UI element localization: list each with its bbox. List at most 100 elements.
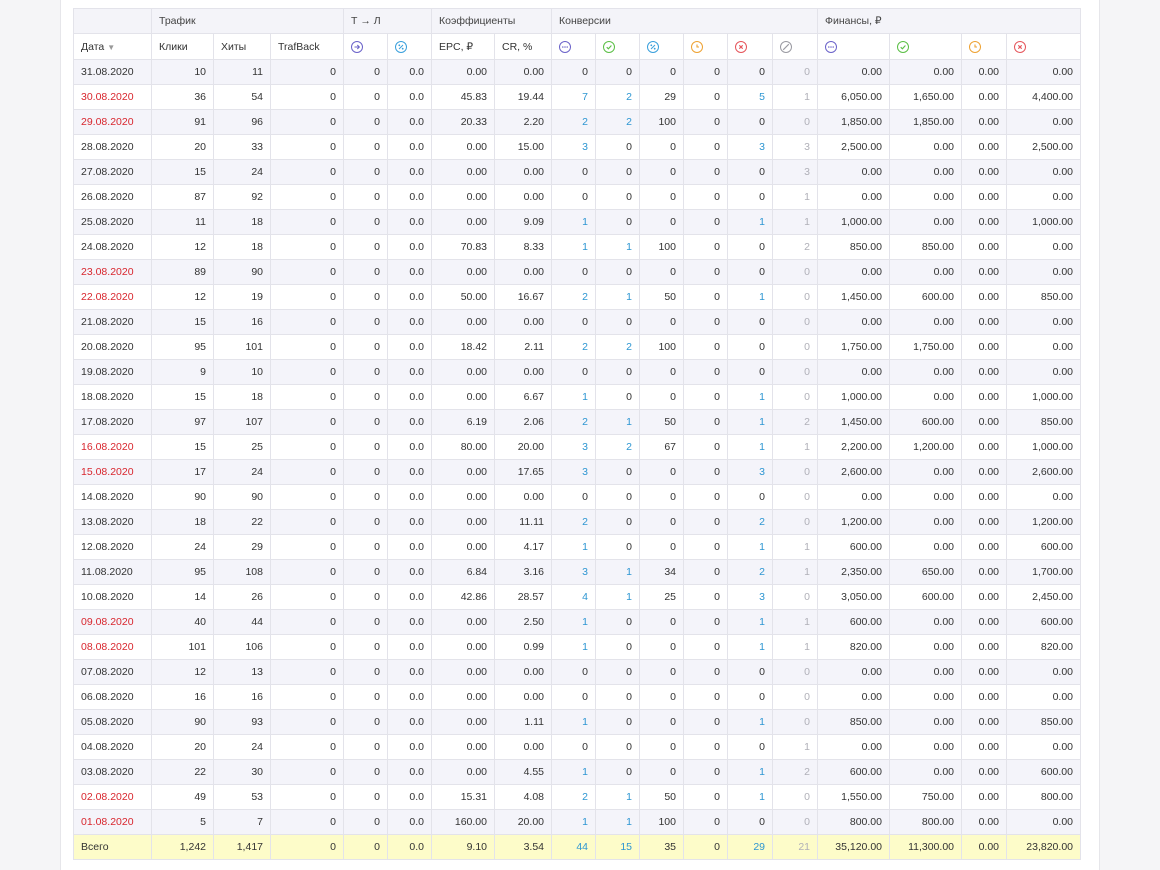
cell-conv-all[interactable]: 1 — [551, 234, 596, 260]
col-fin-all-header[interactable] — [817, 33, 890, 60]
cell-conv-rejected[interactable]: 1 — [727, 534, 773, 560]
total-conv-all[interactable]: 44 — [551, 834, 596, 860]
cell-conv-rejected[interactable]: 1 — [727, 634, 773, 660]
cell-hits: 107 — [213, 409, 271, 435]
cell-conv-rejected[interactable]: 1 — [727, 209, 773, 235]
total-conv-rejected[interactable]: 29 — [727, 834, 773, 860]
col-hits-header[interactable]: Хиты — [213, 33, 271, 60]
cell-conv-all[interactable]: 2 — [551, 509, 596, 535]
cell-conv-all[interactable]: 2 — [551, 784, 596, 810]
cell-trafback: 0 — [270, 809, 344, 835]
cell-conv-percent: 0 — [639, 134, 684, 160]
cell-conv-rejected[interactable]: 1 — [727, 284, 773, 310]
col-conv-rejected-header[interactable] — [727, 33, 773, 60]
total-conv-trash: 21 — [772, 834, 818, 860]
cell-conv-all[interactable]: 1 — [551, 809, 596, 835]
total-conv-approved[interactable]: 15 — [595, 834, 640, 860]
col-tl-arrow-header[interactable] — [343, 33, 388, 60]
cell-conv-approved[interactable]: 2 — [595, 334, 640, 360]
cell-conv-rejected[interactable]: 1 — [727, 434, 773, 460]
cell-conv-rejected: 0 — [727, 659, 773, 685]
cell-conv-trash: 0 — [772, 584, 818, 610]
cell-conv-all[interactable]: 1 — [551, 609, 596, 635]
cell-conv-approved[interactable]: 2 — [595, 109, 640, 135]
cell-conv-rejected[interactable]: 2 — [727, 559, 773, 585]
cell-conv-approved[interactable]: 1 — [595, 234, 640, 260]
cell-conv-all[interactable]: 3 — [551, 134, 596, 160]
cell-date: 24.08.2020 — [73, 234, 152, 260]
cell-conv-rejected[interactable]: 1 — [727, 409, 773, 435]
cell-conv-approved[interactable]: 1 — [595, 584, 640, 610]
cell-tl2: 0.0 — [387, 484, 432, 510]
cell-tl2: 0.0 — [387, 609, 432, 635]
cell-tl2: 0.0 — [387, 284, 432, 310]
table-row: 06.08.2020 16 16 0 0 0.0 0.00 0.00 0 0 0 0 0 0 0.00 0.0… — [73, 684, 1081, 710]
cell-tl1: 0 — [343, 434, 388, 460]
cell-cr: 0.00 — [494, 659, 552, 685]
cell-conv-all[interactable]: 2 — [551, 334, 596, 360]
cell-clicks: 16 — [151, 684, 214, 710]
cell-conv-all[interactable]: 2 — [551, 284, 596, 310]
cell-date: 18.08.2020 — [73, 384, 152, 410]
col-fin-hold-header[interactable] — [961, 33, 1007, 60]
cell-conv-all[interactable]: 1 — [551, 759, 596, 785]
cell-conv-percent: 0 — [639, 259, 684, 285]
col-conv-hold-header[interactable] — [683, 33, 728, 60]
sort-date-header[interactable]: Дата ▼ — [73, 33, 152, 60]
col-clicks-header[interactable]: Клики — [151, 33, 214, 60]
cell-conv-all[interactable]: 3 — [551, 559, 596, 585]
col-conv-trash-header[interactable] — [772, 33, 818, 60]
col-fin-rejected-header[interactable] — [1006, 33, 1081, 60]
cell-conv-rejected[interactable]: 2 — [727, 509, 773, 535]
cell-conv-rejected[interactable]: 3 — [727, 459, 773, 485]
cell-conv-approved: 0 — [595, 609, 640, 635]
cell-conv-approved[interactable]: 2 — [595, 434, 640, 460]
cell-conv-all[interactable]: 4 — [551, 584, 596, 610]
cell-conv-all[interactable]: 1 — [551, 209, 596, 235]
cell-conv-all[interactable]: 1 — [551, 709, 596, 735]
col-conv-percent-header[interactable] — [639, 33, 684, 60]
col-conv-all-header[interactable] — [551, 33, 596, 60]
col-cr-header[interactable]: CR, % — [494, 33, 552, 60]
cell-trafback: 0 — [270, 534, 344, 560]
col-epc-header[interactable]: EPC, ₽ — [431, 33, 495, 60]
cell-conv-percent: 0 — [639, 384, 684, 410]
cell-conv-approved[interactable]: 1 — [595, 284, 640, 310]
cell-conv-rejected[interactable]: 1 — [727, 759, 773, 785]
table-row: 24.08.2020 12 18 0 0 0.0 70.83 8.33 1 1 100 0 0 2 850.… — [73, 234, 1081, 260]
cell-conv-approved[interactable]: 1 — [595, 809, 640, 835]
cell-conv-approved[interactable]: 2 — [595, 84, 640, 110]
cell-conv-rejected[interactable]: 1 — [727, 709, 773, 735]
cell-fin-hold: 0.00 — [961, 409, 1007, 435]
cell-conv-rejected[interactable]: 1 — [727, 609, 773, 635]
cell-conv-all[interactable]: 2 — [551, 109, 596, 135]
cell-trafback: 0 — [270, 134, 344, 160]
cell-conv-all[interactable]: 1 — [551, 634, 596, 660]
cell-conv-approved[interactable]: 1 — [595, 559, 640, 585]
cell-conv-rejected[interactable]: 3 — [727, 584, 773, 610]
cell-fin-approved: 0.00 — [889, 459, 962, 485]
cell-conv-all[interactable]: 3 — [551, 459, 596, 485]
table-row: 11.08.2020 95 108 0 0 0.0 6.84 3.16 3 1 34 0 2 1 2,350… — [73, 559, 1081, 585]
cell-hits: 18 — [213, 234, 271, 260]
cell-fin-rejected: 4,400.00 — [1006, 84, 1081, 110]
cell-conv-rejected[interactable]: 3 — [727, 134, 773, 160]
cell-tl2: 0.0 — [387, 334, 432, 360]
col-conv-approved-header[interactable] — [595, 33, 640, 60]
table-row: 01.08.2020 5 7 0 0 0.0 160.00 20.00 1 1 100 0 0 0 800.… — [73, 809, 1081, 835]
col-tl-percent-header[interactable] — [387, 33, 432, 60]
cell-conv-all[interactable]: 2 — [551, 409, 596, 435]
cell-conv-rejected[interactable]: 5 — [727, 84, 773, 110]
cell-conv-all[interactable]: 1 — [551, 534, 596, 560]
cell-conv-all[interactable]: 1 — [551, 384, 596, 410]
cell-conv-rejected[interactable]: 1 — [727, 384, 773, 410]
cell-conv-all[interactable]: 3 — [551, 434, 596, 460]
col-trafback-header[interactable]: TrafBack — [270, 33, 344, 60]
cell-conv-rejected[interactable]: 1 — [727, 784, 773, 810]
cell-conv-all[interactable]: 7 — [551, 84, 596, 110]
cell-conv-approved[interactable]: 1 — [595, 409, 640, 435]
total-clicks: 1,242 — [151, 834, 214, 860]
cell-conv-approved[interactable]: 1 — [595, 784, 640, 810]
cell-tl2: 0.0 — [387, 734, 432, 760]
col-fin-approved-header[interactable] — [889, 33, 962, 60]
